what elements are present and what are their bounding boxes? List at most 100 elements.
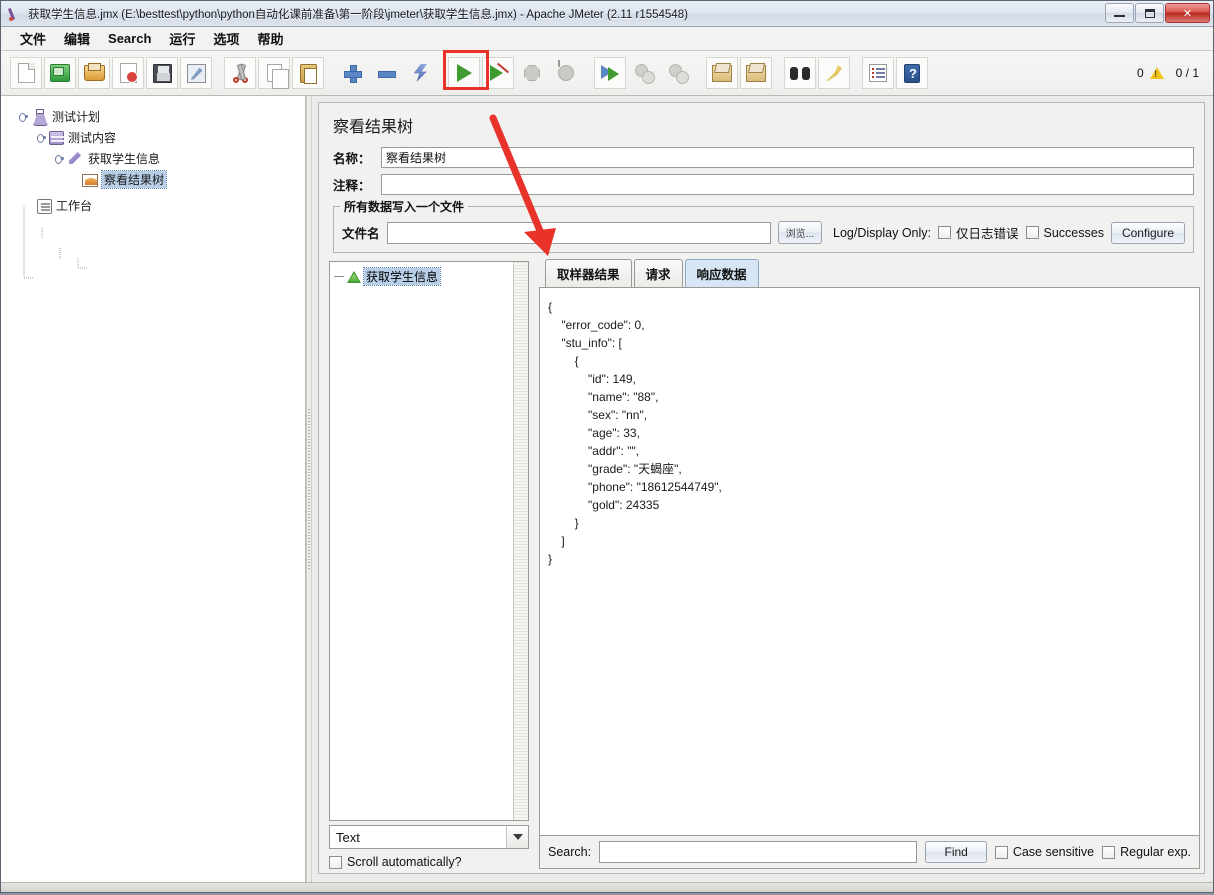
checkbox-icon xyxy=(994,845,1008,859)
regular-exp-checkbox[interactable]: Regular exp. xyxy=(1102,845,1191,859)
test-plan-tree-pane: 测试计划 测试内容 获取学生信息 察看结果树 工作台 xyxy=(1,96,306,882)
toolbar-save-as-button[interactable] xyxy=(180,57,212,89)
toolbar-function-helper-button[interactable] xyxy=(862,57,894,89)
remote-start-all-icon xyxy=(601,64,619,82)
tree-node-sampler[interactable]: 获取学生信息 xyxy=(11,148,305,169)
tree-expander-icon[interactable] xyxy=(19,112,28,122)
maximize-button[interactable] xyxy=(1135,3,1164,23)
toolbar-search-button[interactable] xyxy=(784,57,816,89)
tree-label-view-results-tree: 察看结果树 xyxy=(100,170,168,189)
search-label: Search: xyxy=(548,845,592,859)
jmeter-window: 获取学生信息.jmx (E:\besttest\python\python自动化… xyxy=(0,0,1214,893)
toolbar-expand-button[interactable] xyxy=(336,57,368,89)
write-to-file-group: 所有数据写入一个文件 文件名 浏览... Log/Display Only: 仅… xyxy=(333,198,1194,253)
chevron-down-icon[interactable] xyxy=(506,826,528,848)
window-controls[interactable]: ✕ xyxy=(1105,3,1210,23)
checkbox-icon xyxy=(1102,845,1116,859)
save-icon xyxy=(152,63,172,83)
tree-expander-icon[interactable] xyxy=(37,133,46,143)
toolbar-start-no-pause-button[interactable] xyxy=(482,57,514,89)
write-to-file-legend: 所有数据写入一个文件 xyxy=(340,198,469,215)
results-tree-scrollbar[interactable] xyxy=(513,262,528,820)
title-bar: 获取学生信息.jmx (E:\besttest\python\python自动化… xyxy=(1,1,1213,27)
toolbar-save-button[interactable] xyxy=(146,57,178,89)
toolbar-reset-search-button[interactable] xyxy=(818,57,850,89)
response-body-text: { "error_code": 0, "stu_info": [ { "id":… xyxy=(548,300,722,566)
tree-expander-icon[interactable] xyxy=(55,154,64,164)
scroll-automatically-checkbox[interactable]: Scroll automatically? xyxy=(329,855,529,869)
toolbar-paste-button[interactable] xyxy=(292,57,324,89)
toolbar-help-button[interactable] xyxy=(896,57,928,89)
toolbar-toggle-button[interactable] xyxy=(404,57,436,89)
minimize-button[interactable] xyxy=(1105,3,1134,23)
function-helper-icon xyxy=(869,64,887,82)
find-button[interactable]: Find xyxy=(925,841,987,863)
tree-node-workbench[interactable]: 工作台 xyxy=(11,195,305,216)
templates-icon xyxy=(50,64,70,82)
search-input[interactable] xyxy=(599,841,918,863)
browse-button[interactable]: 浏览... xyxy=(777,221,823,244)
successes-checkbox[interactable]: Successes xyxy=(1025,226,1104,240)
filename-input[interactable] xyxy=(386,221,771,244)
renderer-select[interactable]: Text xyxy=(329,825,529,849)
shutdown-icon xyxy=(558,65,574,81)
toolbar-templates-button[interactable] xyxy=(44,57,76,89)
toolbar-clear-button[interactable] xyxy=(706,57,738,89)
toolbar-clear-all-button[interactable] xyxy=(740,57,772,89)
warning-icon[interactable] xyxy=(1149,67,1164,79)
menu-file[interactable]: 文件 xyxy=(11,27,55,50)
close-file-icon xyxy=(119,63,138,83)
toolbar-remote-stop-all-button[interactable] xyxy=(628,57,660,89)
window-title: 获取学生信息.jmx (E:\besttest\python\python自动化… xyxy=(28,8,688,21)
start-no-pause-icon xyxy=(489,64,507,82)
main-split: 测试计划 测试内容 获取学生信息 察看结果树 工作台 察看结果树 名称： 察看结… xyxy=(1,96,1213,882)
view-results-tree-icon xyxy=(82,174,98,187)
toolbar-shutdown-button[interactable] xyxy=(550,57,582,89)
toolbar-status: 0 0 / 1 xyxy=(1137,66,1199,80)
toolbar-open-button[interactable] xyxy=(78,57,110,89)
results-tree-item-label: 获取学生信息 xyxy=(362,267,442,286)
thread-group-icon xyxy=(49,131,64,145)
menu-search[interactable]: Search xyxy=(99,29,160,48)
search-icon xyxy=(790,66,810,80)
comment-input[interactable] xyxy=(381,173,1194,195)
menu-options[interactable]: 选项 xyxy=(204,27,248,50)
response-search-bar: Search: Find Case sensitive Regular exp. xyxy=(539,836,1200,869)
menu-run[interactable]: 运行 xyxy=(160,27,204,50)
toolbar-stop-button[interactable] xyxy=(516,57,548,89)
toolbar-copy-button[interactable] xyxy=(258,57,290,89)
menu-edit[interactable]: 编辑 xyxy=(55,27,99,50)
listener-config-inner: 察看结果树 名称： 注释： 所有数据写入一个文件 文件名 浏览... Log/D… xyxy=(318,102,1205,874)
toolbar-remote-shutdown-all-button[interactable] xyxy=(662,57,694,89)
listener-config-pane: 察看结果树 名称： 注释： 所有数据写入一个文件 文件名 浏览... Log/D… xyxy=(312,96,1213,882)
toolbar-cut-button[interactable] xyxy=(224,57,256,89)
toolbar-remote-start-all-button[interactable] xyxy=(594,57,626,89)
renderer-selected-value: Text xyxy=(336,829,360,845)
tree-node-view-results-tree[interactable]: 察看结果树 xyxy=(11,169,305,190)
open-icon xyxy=(83,63,105,81)
close-button[interactable]: ✕ xyxy=(1165,3,1210,23)
scroll-automatically-label: Scroll automatically? xyxy=(347,855,462,869)
menu-help[interactable]: 帮助 xyxy=(248,27,292,50)
results-tree-item[interactable]: 获取学生信息 xyxy=(334,267,509,286)
paste-icon xyxy=(299,63,317,84)
help-icon xyxy=(904,63,920,83)
toolbar-new-button[interactable] xyxy=(10,57,42,89)
tab-request[interactable]: 请求 xyxy=(633,259,683,287)
case-sensitive-checkbox[interactable]: Case sensitive xyxy=(994,845,1094,859)
toolbar-collapse-button[interactable] xyxy=(370,57,402,89)
tab-sampler-result[interactable]: 取样器结果 xyxy=(545,259,632,287)
tree-node-thread-group[interactable]: 测试内容 xyxy=(11,127,305,148)
warning-count: 0 xyxy=(1136,66,1144,80)
errors-only-checkbox[interactable]: 仅日志错误 xyxy=(938,223,1019,242)
toolbar-close-button[interactable] xyxy=(112,57,144,89)
results-tree-box[interactable]: 获取学生信息 xyxy=(329,261,529,821)
test-plan-icon xyxy=(31,108,48,125)
filename-label: 文件名 xyxy=(342,227,380,241)
tree-node-test-plan[interactable]: 测试计划 xyxy=(11,106,305,127)
name-label: 名称： xyxy=(333,151,371,166)
name-input[interactable] xyxy=(381,146,1194,168)
tab-response-data[interactable]: 响应数据 xyxy=(684,259,759,287)
toolbar-start-button[interactable] xyxy=(448,57,480,89)
configure-button[interactable]: Configure xyxy=(1110,221,1185,244)
